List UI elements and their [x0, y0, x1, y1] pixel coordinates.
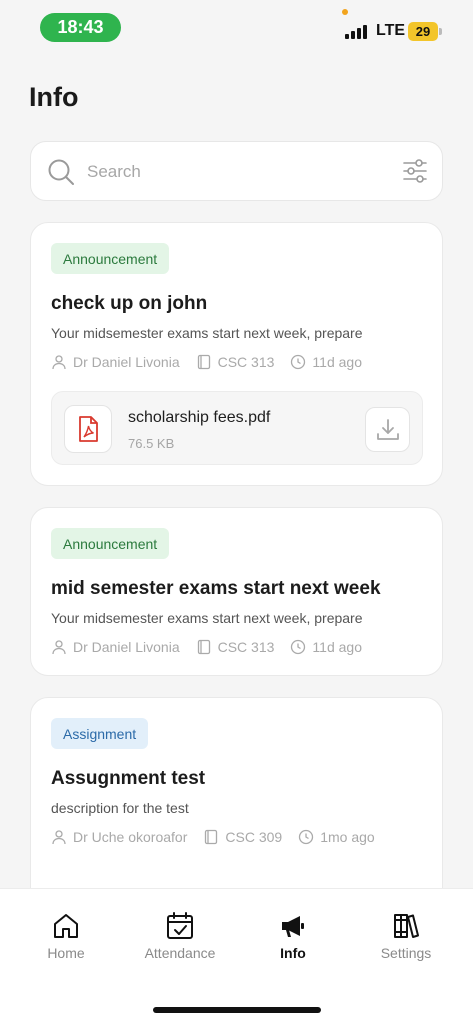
signal-icon: [345, 25, 369, 39]
attachment-item[interactable]: scholarship fees.pdf 76.5 KB: [51, 391, 423, 465]
battery-level: 29: [415, 24, 431, 39]
post-title: mid semester exams start next week: [51, 578, 381, 599]
nav-info[interactable]: Info: [248, 911, 338, 961]
status-time[interactable]: 18:43: [40, 13, 121, 42]
privacy-indicator-dot: [342, 9, 348, 15]
post-author: Dr Uche okoroafor: [73, 829, 188, 845]
post-course: CSC 309: [225, 829, 283, 845]
nav-settings[interactable]: Settings: [361, 911, 451, 961]
category-badge: Announcement: [51, 243, 170, 274]
pdf-icon: [64, 405, 112, 453]
category-badge: Announcement: [51, 528, 170, 559]
post-meta: Dr Daniel Livonia CSC 313 11d ago: [51, 354, 378, 370]
post-meta: Dr Daniel Livonia CSC 313 11d ago: [51, 639, 378, 655]
user-icon: [52, 830, 66, 845]
battery-icon: 29: [408, 22, 438, 41]
post-author: Dr Daniel Livonia: [73, 639, 180, 655]
search-bar[interactable]: [30, 141, 443, 201]
megaphone-icon: [282, 916, 304, 937]
nav-attendance[interactable]: Attendance: [135, 911, 225, 961]
nav-label: Info: [280, 945, 306, 961]
filter-icon[interactable]: [402, 158, 428, 184]
post-description: Your midsemester exams start next week, …: [51, 610, 363, 626]
network-type: LTE: [376, 22, 406, 39]
user-icon: [52, 640, 66, 655]
home-icon: [54, 914, 78, 938]
book-icon: [205, 829, 218, 845]
post-time: 1mo ago: [320, 829, 375, 845]
post-author: Dr Daniel Livonia: [73, 354, 180, 370]
post-course: CSC 313: [217, 354, 275, 370]
clock-icon: [291, 354, 306, 370]
post-description: description for the test: [51, 800, 189, 816]
nav-label: Settings: [380, 945, 432, 961]
post-card[interactable]: Assignment Assugnment test description f…: [30, 697, 443, 917]
user-icon: [52, 355, 66, 370]
post-title: Assugnment test: [51, 768, 206, 789]
book-icon: [197, 639, 210, 655]
post-description: Your midsemester exams start next week, …: [51, 325, 363, 341]
attachment-size: 76.5 KB: [128, 436, 175, 451]
clock-icon: [291, 639, 306, 655]
post-course: CSC 313: [217, 639, 275, 655]
nav-home[interactable]: Home: [21, 911, 111, 961]
status-bar: 18:43 LTE 29: [0, 0, 473, 56]
search-input[interactable]: [87, 156, 377, 188]
books-icon: [394, 914, 419, 938]
calendar-check-icon: [167, 912, 193, 939]
download-button[interactable]: [365, 407, 410, 452]
post-meta: Dr Uche okoroafor CSC 309 1mo ago: [51, 829, 391, 845]
post-title: check up on john: [51, 293, 208, 314]
search-icon: [48, 159, 74, 185]
clock-icon: [299, 829, 314, 845]
post-card[interactable]: Announcement mid semester exams start ne…: [30, 507, 443, 676]
download-icon: [376, 418, 399, 440]
category-badge: Assignment: [51, 718, 149, 749]
post-card[interactable]: Announcement check up on john Your midse…: [30, 222, 443, 486]
book-icon: [197, 354, 210, 370]
nav-label: Home: [47, 945, 85, 961]
bottom-navigation: Home Attendance Info Settings: [0, 888, 473, 1024]
post-time: 11d ago: [312, 354, 362, 370]
battery-tip: [439, 28, 442, 35]
attachment-name: scholarship fees.pdf: [128, 409, 271, 426]
home-indicator[interactable]: [153, 1007, 321, 1013]
post-time: 11d ago: [312, 639, 362, 655]
page-title: Info: [29, 82, 79, 112]
nav-label: Attendance: [144, 945, 216, 961]
